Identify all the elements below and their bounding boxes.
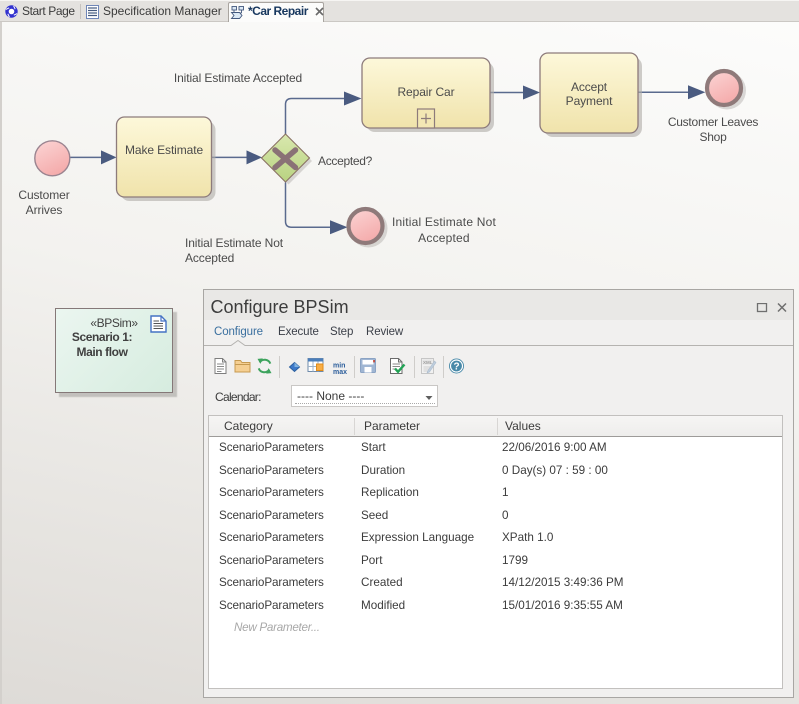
svg-text:max: max bbox=[333, 369, 347, 376]
svg-text:?: ? bbox=[453, 362, 459, 373]
svg-text:XML: XML bbox=[423, 360, 433, 365]
